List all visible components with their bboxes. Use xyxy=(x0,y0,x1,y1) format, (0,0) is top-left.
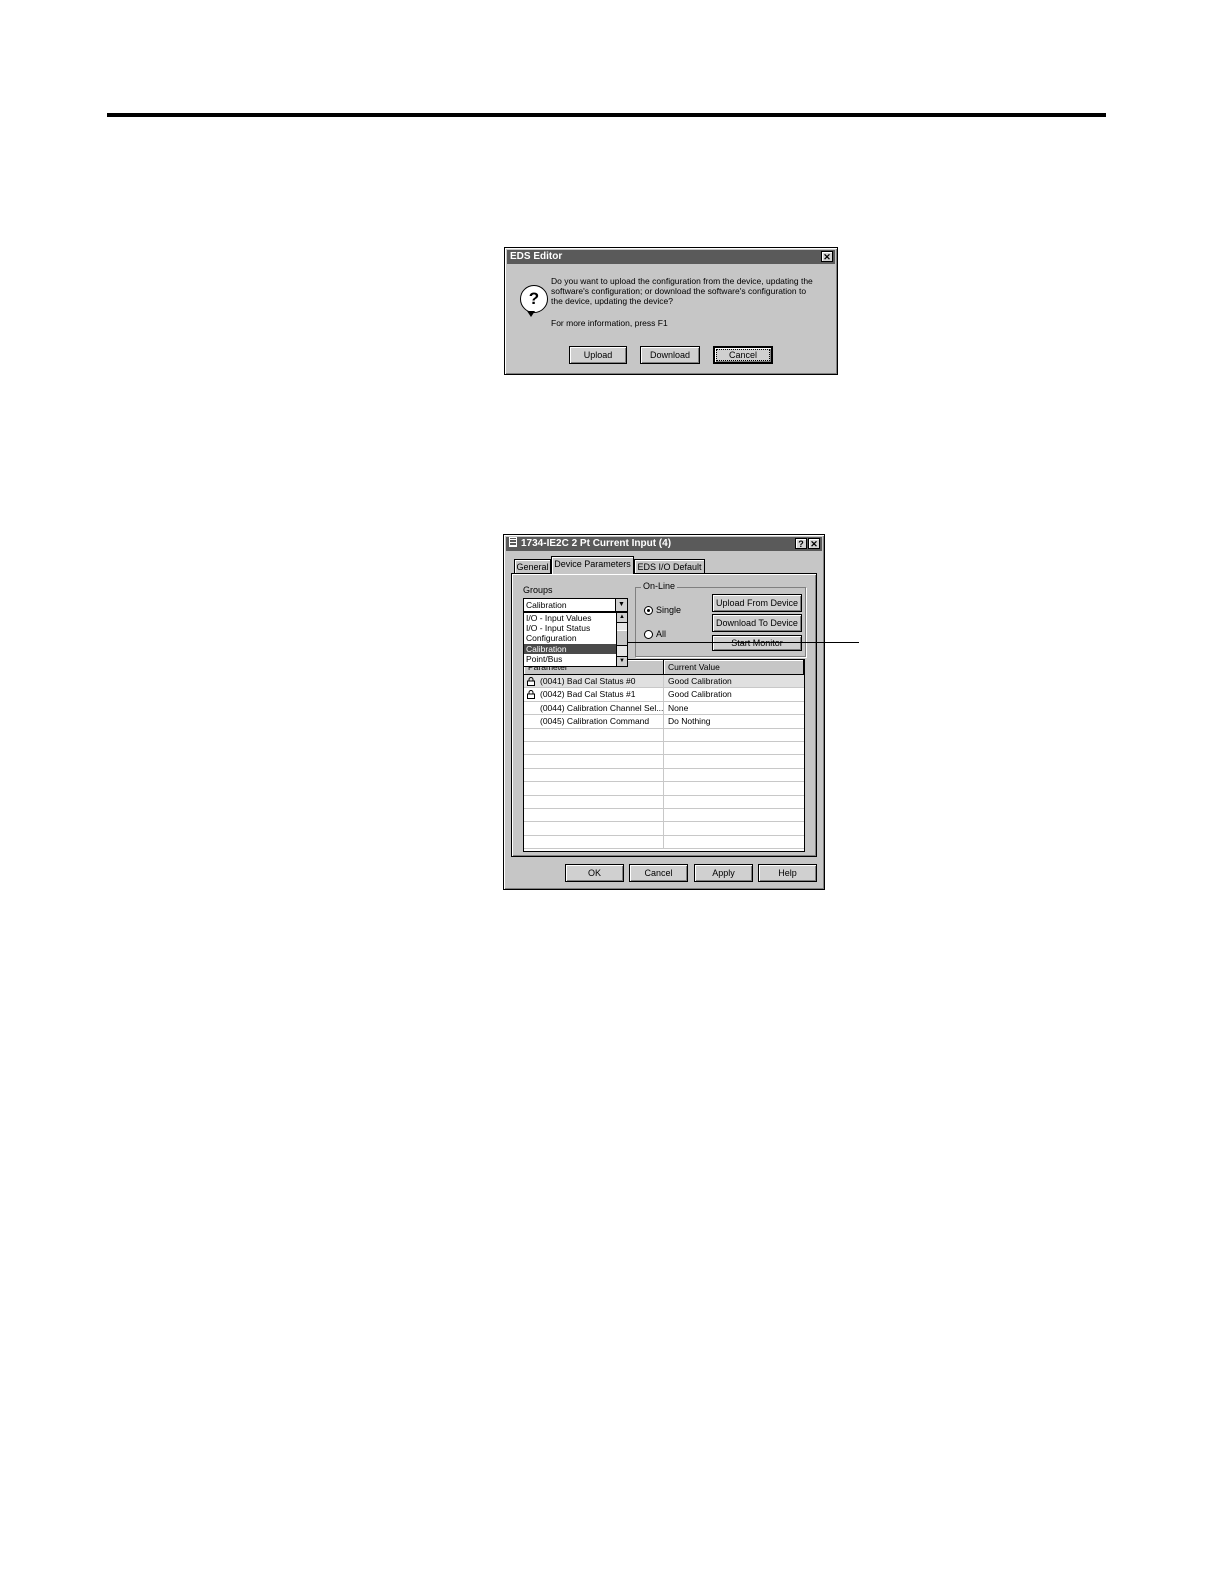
table-row[interactable]: (0042) Bad Cal Status #1 Good Calibratio… xyxy=(524,688,804,702)
apply-button[interactable]: Apply xyxy=(694,864,753,882)
download-to-device-button[interactable]: Download To Device xyxy=(712,614,802,632)
cancel-button-label: Cancel xyxy=(644,868,673,878)
table-row[interactable]: (0044) Calibration Channel Sel... None xyxy=(524,701,804,716)
scroll-thumb[interactable] xyxy=(617,630,627,646)
empty-row xyxy=(524,795,804,809)
groups-dropdown-list[interactable]: I/O - Input Values I/O - Input Status Co… xyxy=(523,612,628,667)
empty-row xyxy=(524,809,804,823)
start-monitor-label: Start Monitor xyxy=(731,638,783,648)
value-cell: None xyxy=(668,702,689,713)
value-cell: Good Calibration xyxy=(668,689,732,700)
ok-button-label: OK xyxy=(587,868,601,878)
groups-selected-value: Calibration xyxy=(526,600,567,610)
callout-line xyxy=(627,642,859,643)
close-icon[interactable]: ✕ xyxy=(821,251,833,262)
help-icon[interactable]: ? xyxy=(795,538,807,549)
radio-all-label: All xyxy=(656,629,667,639)
close-icon[interactable]: ✕ xyxy=(808,538,820,549)
upload-from-device-label: Upload From Device xyxy=(715,598,799,608)
parameter-table[interactable]: Parameter Current Value (0041) Bad Cal S… xyxy=(523,659,805,852)
value-cell: Good Calibration xyxy=(668,676,732,686)
empty-row xyxy=(524,835,804,850)
parameter-cell: (0044) Calibration Channel Sel... xyxy=(524,701,664,715)
eds-editor-dialog: EDS Editor ✕ ? Do you want to upload the… xyxy=(504,247,838,375)
apply-button-label: Apply xyxy=(712,868,735,878)
empty-row xyxy=(524,728,804,742)
message-line: software's configuration; or download th… xyxy=(551,286,807,296)
online-groupbox: On-Line Single All Upload From Device Do… xyxy=(635,581,806,657)
eds-dialog-help-text: For more information, press F1 xyxy=(551,318,668,328)
parameter-cell: (0041) Bad Cal Status #0 xyxy=(524,675,664,688)
value-cell: Do Nothing xyxy=(668,716,711,727)
tab-general[interactable]: General xyxy=(514,559,551,573)
download-button[interactable]: Download xyxy=(640,346,700,364)
help-button[interactable]: Help xyxy=(758,864,817,882)
scroll-up-icon[interactable]: ▲ xyxy=(617,613,627,623)
upload-from-device-button[interactable]: Upload From Device xyxy=(712,594,802,612)
radio-all[interactable] xyxy=(644,630,653,639)
parameter-cell: (0042) Bad Cal Status #1 xyxy=(524,688,664,701)
eds-dialog-title: EDS Editor xyxy=(510,251,563,262)
parameter-cell: (0045) Calibration Command xyxy=(524,715,664,728)
cancel-button[interactable]: Cancel xyxy=(713,346,773,364)
empty-row xyxy=(524,755,804,769)
device-icon[interactable] xyxy=(509,537,517,547)
download-button-label: Download xyxy=(649,350,691,360)
help-button-label: Help xyxy=(778,868,797,878)
empty-row xyxy=(524,782,804,796)
empty-row xyxy=(524,742,804,756)
groups-option[interactable]: I/O - Input Status xyxy=(524,623,627,633)
message-line: Do you want to upload the configuration … xyxy=(551,276,813,286)
radio-single[interactable] xyxy=(644,606,653,615)
groups-option[interactable]: Point/Bus xyxy=(524,654,627,664)
download-to-device-label: Download To Device xyxy=(716,618,798,628)
cancel-button[interactable]: Cancel xyxy=(629,864,688,882)
scroll-down-icon[interactable]: ▼ xyxy=(617,656,627,666)
groups-label: Groups xyxy=(523,585,553,595)
upload-button[interactable]: Upload xyxy=(569,346,627,364)
cancel-button-label: Cancel xyxy=(728,350,757,360)
radio-single-label: Single xyxy=(656,605,682,615)
props-dialog-title: 1734-IE2C 2 Pt Current Input (4) xyxy=(521,538,672,549)
online-label: On-Line xyxy=(641,581,678,591)
dropdown-scrollbar[interactable]: ▲ ▼ xyxy=(616,613,627,666)
table-row[interactable]: (0045) Calibration Command Do Nothing xyxy=(524,715,804,729)
groups-option[interactable]: Configuration xyxy=(524,633,627,643)
tab-device-parameters[interactable]: Device Parameters xyxy=(551,556,634,574)
groups-option[interactable]: I/O - Input Values xyxy=(524,613,627,623)
tab-eds-io-default[interactable]: EDS I/O Default xyxy=(634,559,705,573)
start-monitor-button[interactable]: Start Monitor xyxy=(712,635,802,651)
groups-option-selected[interactable]: Calibration xyxy=(524,643,627,654)
column-header-current-value[interactable]: Current Value xyxy=(664,660,804,674)
table-row[interactable]: (0041) Bad Cal Status #0 Good Calibratio… xyxy=(524,675,804,689)
device-properties-dialog: 1734-IE2C 2 Pt Current Input (4) ? ✕ Gen… xyxy=(503,534,825,890)
page-header-rule xyxy=(107,113,1106,117)
empty-row xyxy=(524,822,804,836)
message-line: the device, updating the device? xyxy=(551,296,673,306)
ok-button[interactable]: OK xyxy=(565,864,624,882)
empty-row xyxy=(524,768,804,783)
question-icon: ? xyxy=(520,285,548,317)
chevron-down-icon[interactable]: ▼ xyxy=(615,599,627,611)
groups-select[interactable]: Calibration ▼ xyxy=(523,598,628,612)
eds-dialog-titlebar[interactable]: EDS Editor ✕ xyxy=(507,250,835,264)
upload-button-label: Upload xyxy=(583,350,613,360)
eds-dialog-message: Do you want to upload the configuration … xyxy=(551,276,831,306)
props-dialog-titlebar[interactable]: 1734-IE2C 2 Pt Current Input (4) ? ✕ xyxy=(506,537,822,551)
